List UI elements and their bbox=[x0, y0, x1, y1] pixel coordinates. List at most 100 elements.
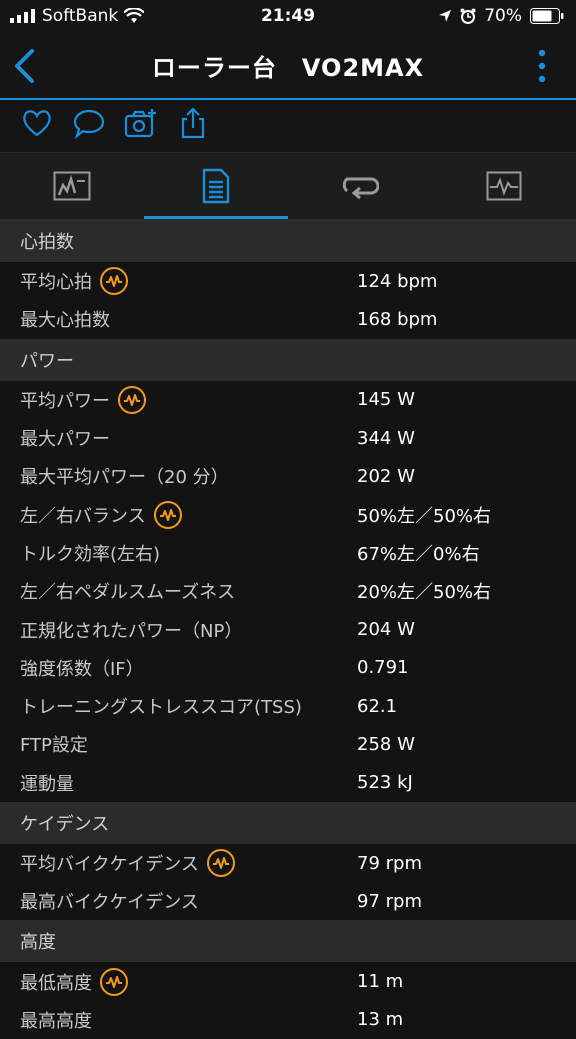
stat-label-wrap: 最高高度 bbox=[20, 1007, 92, 1033]
stat-row: トルク効率(左右) 67%左／0%右 bbox=[0, 533, 576, 573]
stat-label-wrap: 最大平均パワー（20 分） bbox=[20, 463, 229, 489]
stat-value: 13 m bbox=[357, 1009, 404, 1031]
stats-list: 心拍数平均心拍 124 bpm 最大心拍数 168 bpm パワー平均パワー 145 W 最… bbox=[0, 220, 576, 1039]
stat-label: 強度係数（IF） bbox=[20, 658, 144, 680]
stat-label-wrap: 正規化されたパワー（NP） bbox=[20, 617, 242, 643]
charts-waveform-icon bbox=[486, 171, 522, 201]
tab-overview[interactable] bbox=[0, 153, 144, 219]
stat-row: 平均心拍 124 bpm bbox=[0, 262, 576, 301]
stat-value: 62.1 bbox=[357, 695, 398, 717]
status-right: 70% bbox=[438, 6, 564, 26]
stat-row: トレーニングストレススコア(TSS) 62.1 bbox=[0, 686, 576, 726]
like-heart-icon[interactable] bbox=[20, 106, 54, 140]
stat-label: 最高高度 bbox=[20, 1010, 92, 1032]
stat-value: 204 W bbox=[357, 619, 415, 641]
stat-row: 正規化されたパワー（NP） 204 W bbox=[0, 610, 576, 649]
stat-value: 97 rpm bbox=[357, 890, 422, 912]
stat-value: 79 rpm bbox=[357, 852, 422, 874]
stat-label-wrap: 左／右バランス bbox=[20, 500, 182, 529]
stat-label: トレーニングストレススコア(TSS) bbox=[20, 697, 302, 719]
stat-label-wrap: 最大心拍数 bbox=[20, 306, 110, 332]
stat-label-wrap: FTP設定 bbox=[20, 731, 88, 757]
stat-row: 強度係数（IF） 0.791 bbox=[0, 648, 576, 687]
stat-label: トルク効率(左右) bbox=[20, 543, 161, 565]
overview-gauge-icon bbox=[53, 171, 91, 201]
navigation-bar: ローラー台 VO2MAX bbox=[0, 32, 576, 100]
stat-label: 平均心拍 bbox=[20, 272, 92, 294]
stat-label: FTP設定 bbox=[20, 735, 88, 757]
stat-row: 左／右バランス 50%左／50%右 bbox=[0, 495, 576, 534]
share-icon[interactable] bbox=[176, 106, 210, 140]
stat-row: 最大パワー 344 W bbox=[0, 418, 576, 458]
stat-label: 平均バイクケイデンス bbox=[20, 854, 199, 875]
stat-label: 最大平均パワー（20 分） bbox=[20, 467, 229, 489]
stat-label-wrap: 最低高度 bbox=[20, 967, 128, 996]
stat-value: 523 kJ bbox=[357, 772, 413, 794]
stat-label-wrap: トルク効率(左右) bbox=[20, 540, 160, 566]
performance-badge-icon[interactable] bbox=[100, 967, 128, 996]
laps-loop-icon bbox=[342, 177, 379, 199]
stat-row: 運動量 523 kJ bbox=[0, 763, 576, 802]
alarm-icon bbox=[460, 8, 476, 24]
stat-value: 0.791 bbox=[357, 657, 409, 679]
stat-row: 最高高度 13 m bbox=[0, 1000, 576, 1039]
stat-label: 最低高度 bbox=[20, 972, 92, 994]
stat-row: 平均バイクケイデンス 79 rpm bbox=[0, 843, 576, 883]
tab-charts[interactable] bbox=[432, 153, 576, 219]
stat-label-wrap: 平均心拍 bbox=[20, 267, 128, 296]
stat-label: 最高バイクケイデンス bbox=[20, 892, 199, 914]
stat-value: 168 bpm bbox=[357, 308, 438, 330]
stat-value: 67%左／0%右 bbox=[357, 543, 480, 565]
section-header: 高度 bbox=[0, 920, 576, 963]
section-header: 心拍数 bbox=[0, 220, 576, 262]
comment-icon[interactable] bbox=[72, 106, 106, 140]
stat-label-wrap: 左／右ペダルスムーズネス bbox=[20, 578, 235, 604]
stat-label: 正規化されたパワー（NP） bbox=[20, 620, 243, 642]
status-bar: SoftBank 21:49 70% bbox=[0, 0, 576, 32]
action-toolbar bbox=[0, 100, 576, 153]
battery-icon bbox=[530, 8, 564, 24]
performance-badge-icon[interactable] bbox=[153, 500, 182, 529]
stat-row: 最低高度 11 m bbox=[0, 962, 576, 1001]
location-icon bbox=[439, 10, 452, 22]
stat-value: 258 W bbox=[357, 733, 415, 755]
stat-label-wrap: 最高バイクケイデンス bbox=[20, 888, 199, 914]
stat-value: 124 bpm bbox=[357, 270, 438, 292]
stat-label-wrap: 最大パワー bbox=[20, 425, 110, 451]
stat-label: 最大心拍数 bbox=[20, 310, 110, 332]
stat-row: 平均パワー 145 W bbox=[0, 380, 576, 419]
stat-label-wrap: 運動量 bbox=[20, 770, 74, 796]
stat-label: 平均パワー bbox=[20, 390, 110, 412]
stat-label: 左／右ペダルスムーズネス bbox=[20, 582, 236, 604]
stat-value: 11 m bbox=[357, 971, 404, 993]
stat-label: 運動量 bbox=[20, 773, 74, 795]
stat-label: 左／右バランス bbox=[20, 505, 146, 527]
more-options-icon[interactable] bbox=[538, 48, 546, 84]
stat-row: 最高バイクケイデンス 97 rpm bbox=[0, 882, 576, 921]
performance-badge-icon[interactable] bbox=[118, 385, 146, 414]
section-header: パワー bbox=[0, 338, 576, 381]
stat-row: 最大心拍数 168 bpm bbox=[0, 300, 576, 339]
stat-label-wrap: 強度係数（IF） bbox=[20, 655, 144, 681]
stats-document-icon bbox=[202, 168, 230, 204]
tab-stats[interactable] bbox=[144, 153, 288, 219]
stat-label: 最大パワー bbox=[20, 429, 110, 451]
section-header: ケイデンス bbox=[0, 801, 576, 844]
stat-label-wrap: トレーニングストレススコア(TSS) bbox=[20, 693, 302, 719]
add-photo-camera-icon[interactable] bbox=[124, 106, 158, 140]
stat-row: 左／右ペダルスムーズネス 20%左／50%右 bbox=[0, 572, 576, 611]
stat-value: 145 W bbox=[357, 389, 415, 411]
performance-badge-icon[interactable] bbox=[100, 267, 128, 296]
stat-value: 344 W bbox=[357, 427, 415, 449]
tab-laps[interactable] bbox=[288, 153, 432, 219]
stat-value: 202 W bbox=[357, 465, 415, 487]
page-title: ローラー台 VO2MAX bbox=[151, 54, 425, 82]
battery-percent: 70% bbox=[484, 6, 522, 26]
stat-row: 最大平均パワー（20 分） 202 W bbox=[0, 457, 576, 496]
stat-label-wrap: 平均パワー bbox=[20, 385, 146, 414]
stat-label-wrap: 平均バイクケイデンス bbox=[20, 849, 235, 877]
stat-value: 20%左／50%右 bbox=[357, 582, 492, 604]
detail-tabs bbox=[0, 153, 576, 220]
performance-badge-icon[interactable] bbox=[206, 849, 235, 877]
stat-row: FTP設定 258 W bbox=[0, 725, 576, 764]
